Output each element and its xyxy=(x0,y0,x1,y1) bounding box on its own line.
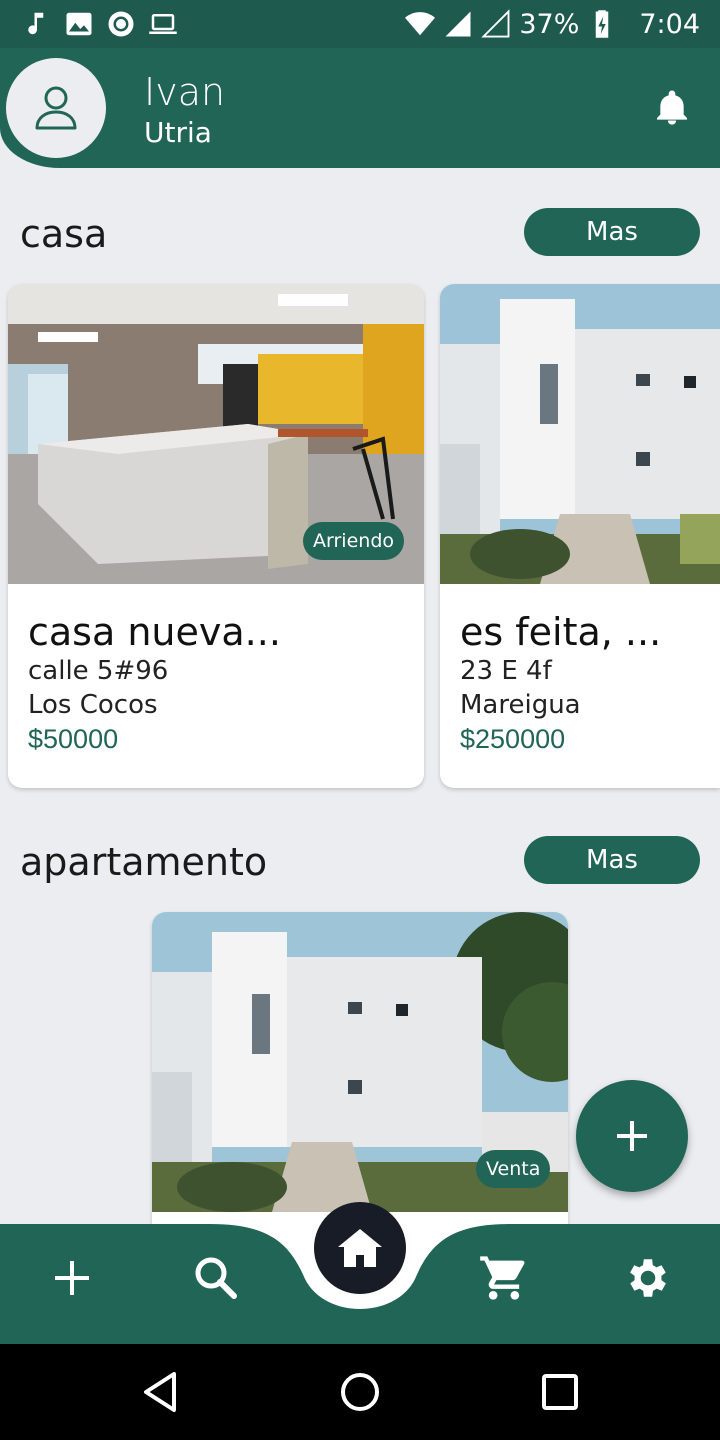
profile-header xyxy=(0,48,720,168)
section-title-casa: casa xyxy=(20,212,108,256)
nav-home-button[interactable] xyxy=(314,1202,406,1294)
property-title: es feita, ... xyxy=(460,610,662,654)
cart-icon xyxy=(480,1256,525,1300)
add-property-fab[interactable] xyxy=(576,1080,688,1192)
home-circle-icon[interactable] xyxy=(336,1368,384,1416)
home-icon xyxy=(338,1229,382,1267)
property-address: 23 E 4f xyxy=(460,656,552,686)
property-price: $50000 xyxy=(28,724,119,754)
listing-type-badge: Arriendo xyxy=(303,522,404,560)
property-image-house xyxy=(440,284,720,584)
music-note-icon xyxy=(28,12,44,35)
wifi-icon xyxy=(405,12,436,36)
property-title: casa nueva... xyxy=(28,610,281,654)
user-icon xyxy=(35,86,77,130)
nav-add-button[interactable] xyxy=(44,1250,100,1306)
section-title-apartamento: apartamento xyxy=(20,840,268,884)
property-price: $250000 xyxy=(460,724,566,754)
signal-icon xyxy=(445,11,471,37)
image-icon xyxy=(66,12,92,36)
recents-icon[interactable] xyxy=(536,1368,584,1416)
search-icon xyxy=(195,1257,237,1299)
battery-charging-icon xyxy=(596,10,609,38)
property-address: calle 5#96 xyxy=(28,656,169,686)
property-neighborhood: Los Cocos xyxy=(28,690,158,720)
laptop-icon xyxy=(149,14,177,34)
record-icon xyxy=(108,11,134,37)
property-card[interactable]: es feita, ... 23 E 4f Mareigua $250000 xyxy=(440,284,720,788)
listing-type-badge: Venta xyxy=(476,1150,551,1188)
status-bar: 37% 7:04 xyxy=(0,0,720,48)
more-button-casa[interactable]: Mas xyxy=(524,208,700,256)
user-last-name: Utria xyxy=(144,116,212,149)
add-icon xyxy=(55,1261,89,1295)
property-neighborhood: Mareigua xyxy=(460,690,581,720)
bell-icon[interactable] xyxy=(652,88,692,128)
plus-icon xyxy=(617,1121,647,1151)
property-card[interactable]: Arriendo casa nueva... calle 5#96 Los Co… xyxy=(8,284,424,788)
avatar[interactable] xyxy=(6,58,106,158)
back-icon[interactable] xyxy=(136,1368,184,1416)
more-button-apartamento[interactable]: Mas xyxy=(524,836,700,884)
nav-settings-button[interactable] xyxy=(620,1250,676,1306)
clock: 7:04 xyxy=(639,8,700,40)
nav-cart-button[interactable] xyxy=(476,1250,532,1306)
user-first-name: Ivan xyxy=(144,70,226,114)
signal-empty-icon xyxy=(481,9,510,38)
settings-icon xyxy=(630,1259,666,1297)
battery-percentage: 37% xyxy=(519,8,580,40)
nav-search-button[interactable] xyxy=(188,1250,244,1306)
